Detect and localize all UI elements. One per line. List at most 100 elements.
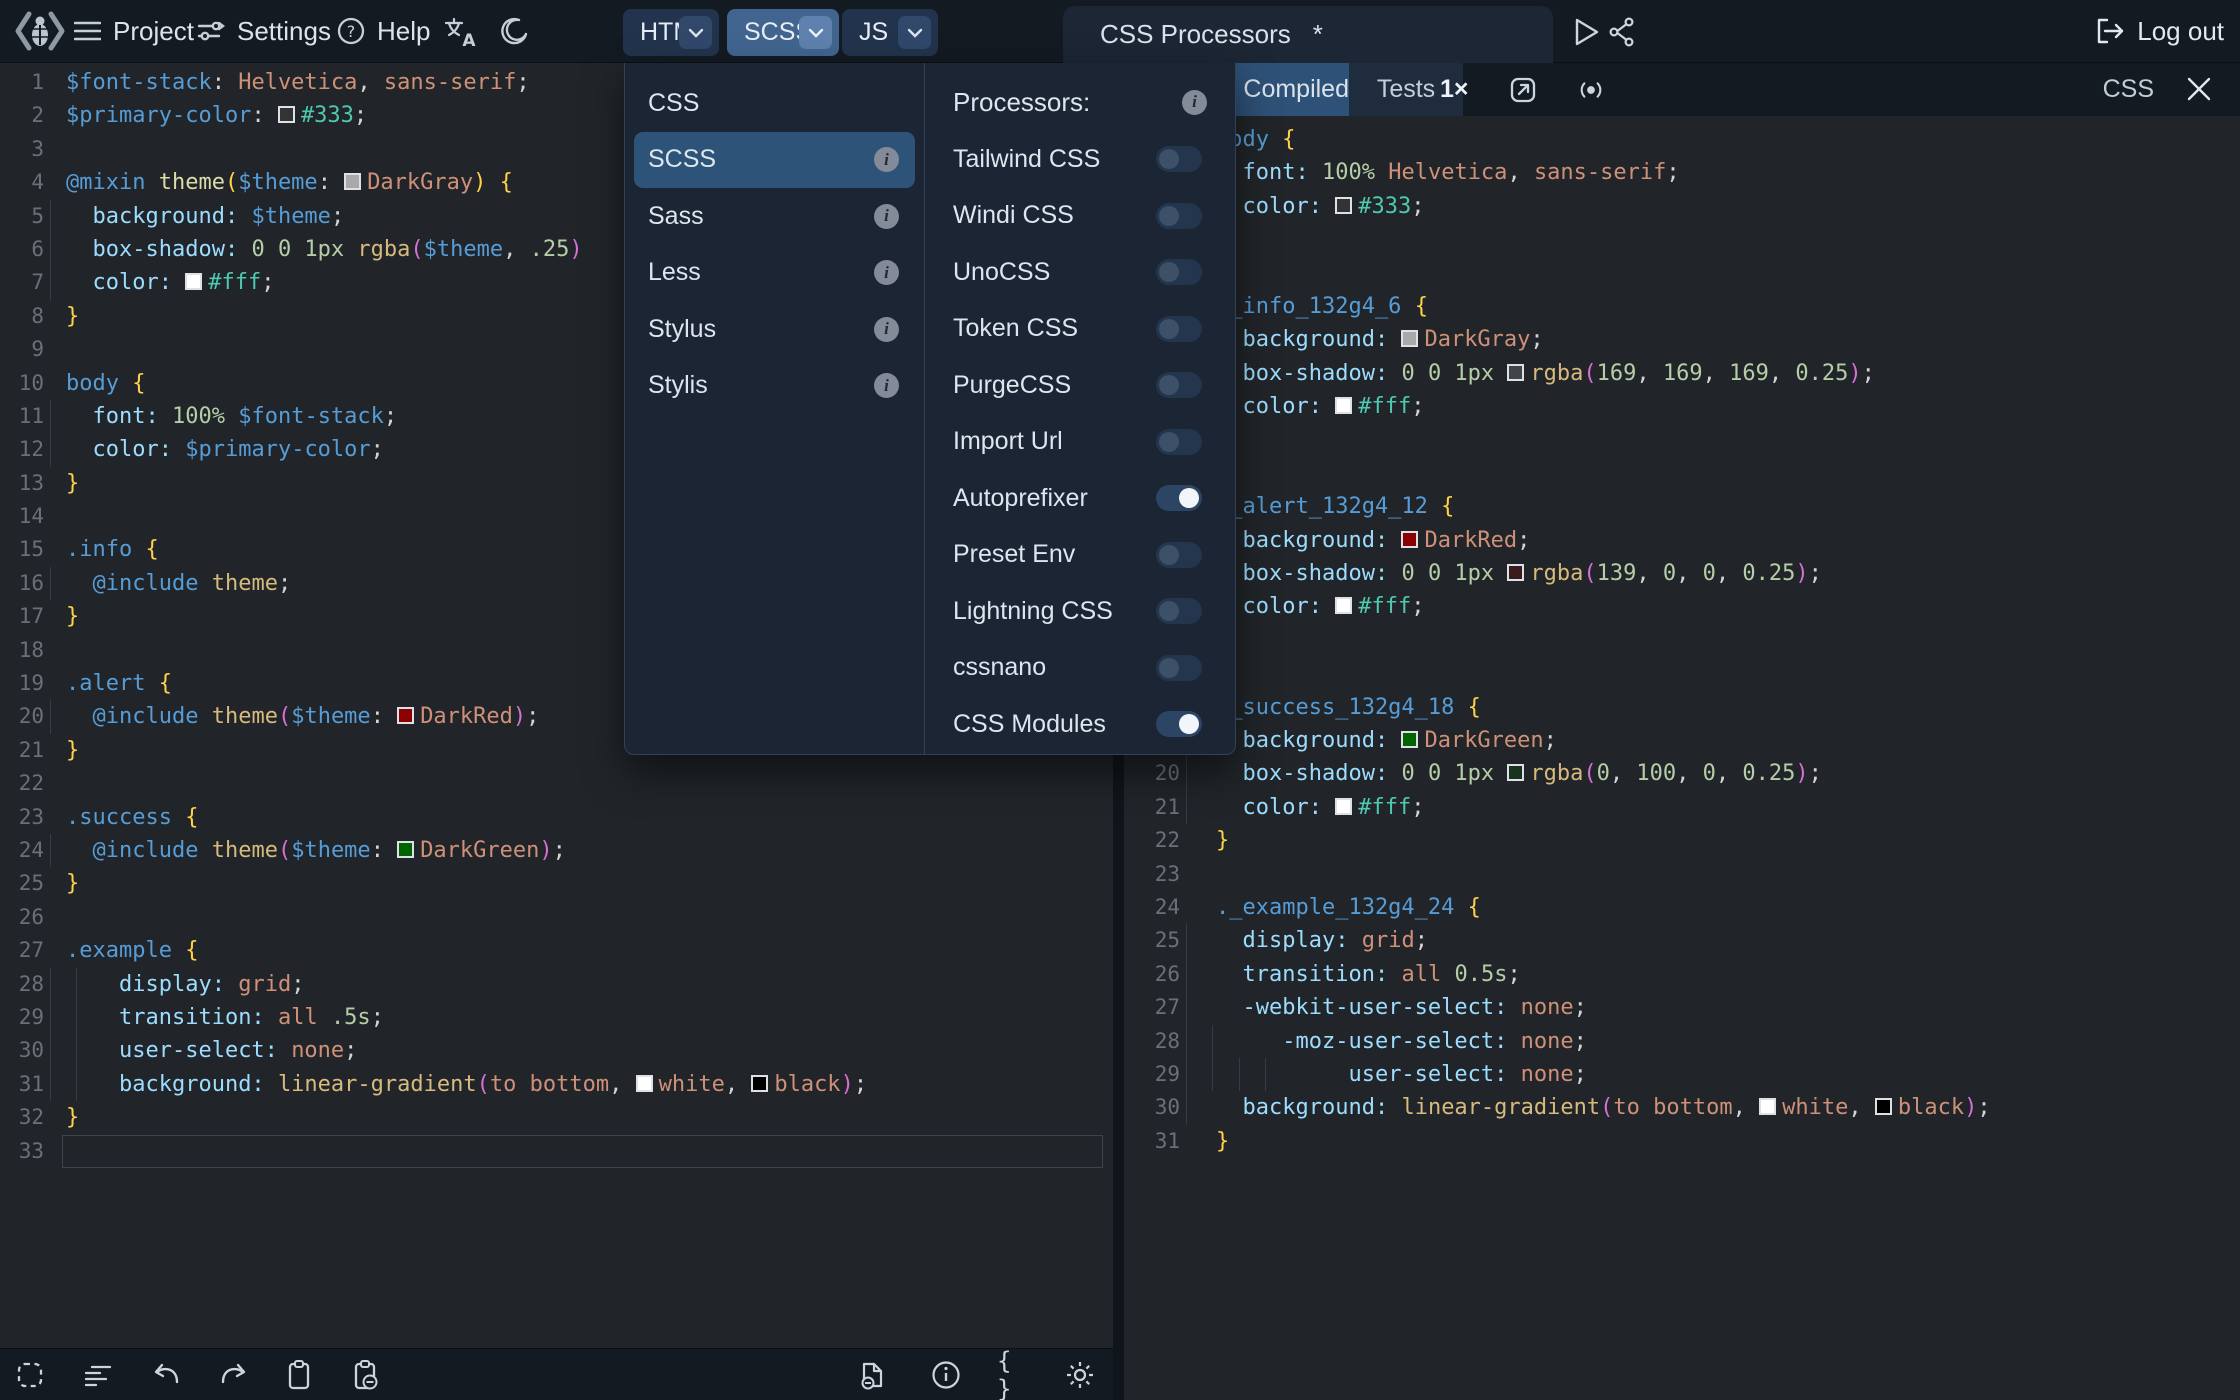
- code-line[interactable]: 28 display: grid;: [0, 967, 1113, 1001]
- menu-help[interactable]: ? Help: [337, 0, 430, 62]
- code-line[interactable]: 22: [0, 767, 1113, 800]
- color-swatch[interactable]: [1507, 363, 1525, 381]
- toggle-autoprefixer[interactable]: [1156, 485, 1202, 512]
- code-line[interactable]: 26 transition: all 0.5s;: [1124, 957, 2240, 992]
- file-link-icon[interactable]: [856, 1359, 888, 1391]
- share-icon[interactable]: [1604, 14, 1640, 50]
- code-line[interactable]: 32}: [0, 1101, 1113, 1134]
- language-option-css[interactable]: CSS: [634, 75, 915, 132]
- color-swatch[interactable]: [1335, 196, 1353, 214]
- info-icon[interactable]: i: [874, 316, 899, 342]
- toggle-preset-env[interactable]: [1156, 541, 1202, 568]
- code-line[interactable]: 11: [1124, 457, 2240, 490]
- code-line[interactable]: 12._alert_132g4_12 {: [1124, 490, 2240, 523]
- color-swatch[interactable]: [1507, 764, 1525, 782]
- code-line[interactable]: 6._info_132g4_6 {: [1124, 290, 2240, 323]
- code-line[interactable]: 4}: [1124, 223, 2240, 256]
- live-reload-broadcast-icon[interactable]: [1574, 73, 1608, 107]
- run-button[interactable]: [1569, 14, 1605, 50]
- toggle-lightning-css[interactable]: [1156, 598, 1202, 625]
- toggle-unocss[interactable]: [1156, 259, 1202, 286]
- code-line[interactable]: 29 user-select: none;: [1124, 1057, 2240, 1092]
- gear-icon[interactable]: [1064, 1359, 1096, 1391]
- color-swatch[interactable]: [185, 273, 203, 291]
- code-line[interactable]: 27 -webkit-user-select: none;: [1124, 991, 2240, 1025]
- format-code-icon[interactable]: [82, 1359, 114, 1391]
- toggle-token-css[interactable]: [1156, 315, 1202, 342]
- toggle-cssnano[interactable]: [1156, 654, 1202, 681]
- select-all-icon[interactable]: [14, 1359, 46, 1391]
- color-swatch[interactable]: [1401, 530, 1419, 548]
- code-line[interactable]: 25}: [0, 867, 1113, 900]
- color-swatch[interactable]: [1335, 397, 1353, 415]
- chevron-down-icon[interactable]: [679, 16, 712, 49]
- color-swatch[interactable]: [397, 840, 415, 858]
- code-line[interactable]: 8 box-shadow: 0 0 1px rgba(169, 169, 169…: [1124, 356, 2240, 391]
- code-line[interactable]: 7 background: DarkGray;: [1124, 323, 2240, 357]
- copy-compiled-clipboard-icon[interactable]: [350, 1359, 382, 1391]
- code-line[interactable]: 3 color: #333;: [1124, 189, 2240, 224]
- info-icon[interactable]: [930, 1359, 962, 1391]
- code-line[interactable]: 28 -moz-user-select: none;: [1124, 1024, 2240, 1058]
- menu-project[interactable]: Project: [74, 0, 194, 62]
- code-line[interactable]: 20 box-shadow: 0 0 1px rgba(0, 100, 0, 0…: [1124, 757, 2240, 791]
- color-swatch[interactable]: [1759, 1098, 1777, 1116]
- chevron-down-icon[interactable]: [799, 16, 832, 49]
- toggle-windi-css[interactable]: [1156, 202, 1202, 229]
- color-swatch[interactable]: [1401, 731, 1419, 749]
- code-line[interactable]: 21 color: #fff;: [1124, 790, 2240, 825]
- code-line[interactable]: 24 ._example_132g4_24 {: [1124, 891, 2240, 924]
- app-logo-bug-icon[interactable]: [14, 9, 66, 53]
- code-line[interactable]: 1body {: [1124, 123, 2240, 156]
- color-swatch[interactable]: [1507, 564, 1525, 582]
- color-swatch[interactable]: [1335, 797, 1353, 815]
- info-icon[interactable]: i: [874, 373, 899, 399]
- language-option-stylus[interactable]: Stylus i: [634, 301, 915, 358]
- undo-icon[interactable]: [151, 1359, 183, 1391]
- code-line[interactable]: 31}: [1124, 1125, 2240, 1158]
- code-line[interactable]: 30 user-select: none;: [0, 1034, 1113, 1068]
- code-line[interactable]: 9 color: #fff;: [1124, 390, 2240, 424]
- dark-mode-moon-icon[interactable]: [496, 14, 532, 50]
- info-icon[interactable]: i: [874, 260, 899, 286]
- color-swatch[interactable]: [397, 707, 415, 725]
- code-line[interactable]: 15 color: #fff;: [1124, 590, 2240, 624]
- redo-icon[interactable]: [217, 1359, 249, 1391]
- code-line[interactable]: 27 .example {: [0, 934, 1113, 967]
- code-line[interactable]: 13 background: DarkRed;: [1124, 523, 2240, 558]
- info-icon[interactable]: i: [874, 203, 899, 229]
- translate-icon[interactable]: A: [443, 14, 479, 50]
- file-tab-js[interactable]: JS: [842, 9, 938, 56]
- code-line[interactable]: 14 box-shadow: 0 0 1px rgba(139, 0, 0, 0…: [1124, 557, 2240, 591]
- code-line[interactable]: 33: [0, 1134, 1113, 1169]
- toggle-css-modules[interactable]: [1156, 711, 1202, 738]
- zoom-level-button[interactable]: 1×: [1440, 62, 1469, 116]
- toggle-purgecss[interactable]: [1156, 372, 1202, 399]
- code-line[interactable]: 24 @include theme($theme: DarkGreen);: [0, 833, 1113, 868]
- code-line[interactable]: 18._success_132g4_18 {: [1124, 691, 2240, 724]
- logout-button[interactable]: Log out: [2095, 0, 2224, 62]
- color-swatch[interactable]: [277, 106, 295, 124]
- code-line[interactable]: 2 font: 100% Helvetica, sans-serif;: [1124, 156, 2240, 190]
- menu-settings[interactable]: Settings: [197, 0, 331, 62]
- tab-css-processors[interactable]: CSS Processors *: [1063, 6, 1553, 63]
- braces-icon[interactable]: { }: [997, 1347, 1029, 1400]
- file-tab-scss[interactable]: SCSS: [727, 9, 839, 56]
- code-line[interactable]: 19 background: DarkGreen;: [1124, 724, 2240, 758]
- info-icon[interactable]: i: [1182, 89, 1207, 115]
- info-icon[interactable]: i: [874, 147, 899, 173]
- language-option-less[interactable]: Less i: [634, 245, 915, 302]
- code-line[interactable]: 22}: [1124, 824, 2240, 857]
- language-option-stylis[interactable]: Stylis i: [634, 358, 915, 415]
- color-swatch[interactable]: [635, 1074, 653, 1092]
- code-line[interactable]: 23 .success {: [0, 801, 1113, 834]
- chevron-down-icon[interactable]: [898, 16, 931, 49]
- code-line[interactable]: 31 background: linear-gradient(to bottom…: [0, 1067, 1113, 1102]
- color-swatch[interactable]: [1401, 330, 1419, 348]
- color-swatch[interactable]: [751, 1074, 769, 1092]
- code-line[interactable]: 29 transition: all .5s;: [0, 1000, 1113, 1035]
- color-swatch[interactable]: [1335, 597, 1353, 615]
- file-tab-html[interactable]: HTML: [623, 9, 719, 56]
- code-line[interactable]: 25 display: grid;: [1124, 924, 2240, 958]
- close-icon[interactable]: [2182, 72, 2216, 106]
